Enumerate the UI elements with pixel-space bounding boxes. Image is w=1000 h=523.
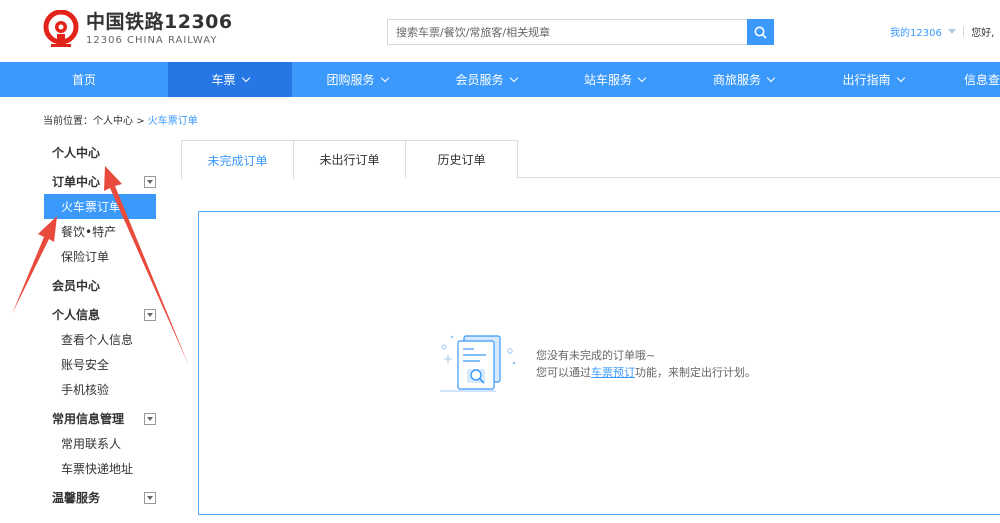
sidebar-item-account-security[interactable]: 账号安全 <box>44 352 156 377</box>
collapse-toggle[interactable] <box>144 491 156 504</box>
sidebar-item-common-contacts[interactable]: 常用联系人 <box>44 431 156 456</box>
divider: | <box>961 26 966 37</box>
sidebar-item-phone-verify[interactable]: 手机核验 <box>44 377 156 402</box>
empty-document-icon <box>440 335 516 392</box>
sidebar-item-delivery-address[interactable]: 车票快递地址 <box>44 456 156 481</box>
breadcrumb: 当前位置：个人中心 > 火车票订单 <box>43 112 198 127</box>
nav-item-label: 站车服务 <box>583 73 632 87</box>
sidebar-item-insurance-orders[interactable]: 保险订单 <box>44 244 156 269</box>
sidebar-item-label: 会员中心 <box>52 279 101 293</box>
chevron-down-icon <box>147 312 153 317</box>
sidebar: 个人中心 订单中心 火车票订单 餐饮•特产 保险订单 会员中心 个人信息 查看个… <box>44 140 156 510</box>
collapse-toggle[interactable] <box>144 175 156 188</box>
nav-item-member-service[interactable]: 会员服务 <box>422 62 550 97</box>
nav-item-home[interactable]: 首页 <box>0 62 168 97</box>
my-account-link[interactable]: 我的12306 <box>890 24 942 39</box>
sidebar-group-label: 个人信息 <box>52 308 101 322</box>
tab-history-orders[interactable]: 历史订单 <box>405 140 518 178</box>
empty-state-text: 功能，来制定出行计划。 <box>635 366 756 379</box>
sidebar-item-train-orders[interactable]: 火车票订单 <box>44 194 156 219</box>
sidebar-group-order-center[interactable]: 订单中心 <box>44 169 156 194</box>
sidebar-group-common-info[interactable]: 常用信息管理 <box>44 406 156 431</box>
nav-item-business-travel[interactable]: 商旅服务 <box>679 62 808 97</box>
chevron-down-icon <box>380 73 389 83</box>
breadcrumb-prefix: 当前位置： <box>43 116 93 127</box>
breadcrumb-separator: > <box>136 116 145 127</box>
sidebar-item-member-center[interactable]: 会员中心 <box>44 273 156 298</box>
nav-item-info-query[interactable]: 信息查 <box>938 62 1000 97</box>
empty-state-line2: 您可以通过车票预订功能，来制定出行计划。 <box>536 364 756 381</box>
sidebar-item-personal-center[interactable]: 个人中心 <box>44 140 156 165</box>
breadcrumb-current[interactable]: 火车票订单 <box>148 116 198 127</box>
search-input[interactable] <box>387 19 747 45</box>
sidebar-group-label: 订单中心 <box>52 175 101 189</box>
empty-state-line1: 您没有未完成的订单哦~ <box>536 349 656 362</box>
chevron-down-icon <box>766 73 776 83</box>
account-bar: 我的12306 | 您好, <box>890 24 994 39</box>
chevron-down-icon <box>147 179 153 184</box>
sidebar-item-view-personal-info[interactable]: 查看个人信息 <box>44 327 156 352</box>
sidebar-group-label: 温馨服务 <box>52 491 101 505</box>
chevron-down-icon[interactable] <box>947 29 956 34</box>
search-icon <box>754 26 767 39</box>
search-button[interactable] <box>747 19 774 45</box>
railway-logo-icon <box>43 10 79 47</box>
logo-name-en: 12306 CHINA RAILWAY <box>86 35 218 46</box>
order-tabs: 未完成订单 未出行订单 历史订单 <box>181 140 1000 179</box>
empty-state-text: 您可以通过 <box>536 366 591 379</box>
nav-item-label: 车票 <box>211 73 236 87</box>
site-logo[interactable]: 中国铁路12306 12306 CHINA RAILWAY <box>42 10 233 48</box>
collapse-toggle[interactable] <box>144 412 156 425</box>
nav-item-label: 信息查 <box>963 73 1000 87</box>
tab-upcoming-orders[interactable]: 未出行订单 <box>293 140 406 178</box>
sidebar-item-label: 个人中心 <box>52 146 101 160</box>
nav-item-travel-guide[interactable]: 出行指南 <box>808 62 938 97</box>
logo-name-cn: 中国铁路12306 <box>86 11 233 33</box>
nav-item-label: 商旅服务 <box>712 73 761 87</box>
sidebar-item-food-specialty[interactable]: 餐饮•特产 <box>44 219 156 244</box>
empty-state: 您没有未完成的订单哦~ 您可以通过车票预订功能，来制定出行计划。 <box>440 333 756 395</box>
book-tickets-link[interactable]: 车票预订 <box>591 366 635 379</box>
sidebar-group-warm-service[interactable]: 温馨服务 <box>44 485 156 510</box>
nav-item-tickets[interactable]: 车票 <box>168 62 292 97</box>
nav-item-label: 会员服务 <box>455 73 504 87</box>
tab-incomplete-orders[interactable]: 未完成订单 <box>181 140 294 179</box>
main-nav: 首页 车票 团购服务 会员服务 站车服务 商旅服务 出行指南 信息查 <box>0 62 1000 97</box>
nav-item-label: 团购服务 <box>326 73 375 87</box>
empty-state-message: 您没有未完成的订单哦~ 您可以通过车票预订功能，来制定出行计划。 <box>536 347 756 381</box>
chevron-down-icon <box>896 73 905 83</box>
sidebar-group-personal-info[interactable]: 个人信息 <box>44 302 156 327</box>
nav-item-group-service[interactable]: 团购服务 <box>292 62 422 97</box>
chevron-down-icon <box>637 73 647 83</box>
breadcrumb-parent[interactable]: 个人中心 <box>93 116 133 127</box>
nav-item-label: 出行指南 <box>842 73 891 87</box>
nav-item-station-service[interactable]: 站车服务 <box>550 62 679 97</box>
nav-item-label: 首页 <box>71 73 96 87</box>
site-header: 中国铁路12306 12306 CHINA RAILWAY 我的12306 | … <box>0 0 1000 62</box>
search-box <box>387 19 774 45</box>
collapse-toggle[interactable] <box>144 308 156 321</box>
chevron-down-icon <box>147 495 153 500</box>
sidebar-group-label: 常用信息管理 <box>52 412 125 426</box>
greeting-text: 您好, <box>971 28 995 39</box>
chevron-down-icon <box>147 416 153 421</box>
chevron-down-icon <box>509 73 518 83</box>
chevron-down-icon <box>241 73 250 83</box>
